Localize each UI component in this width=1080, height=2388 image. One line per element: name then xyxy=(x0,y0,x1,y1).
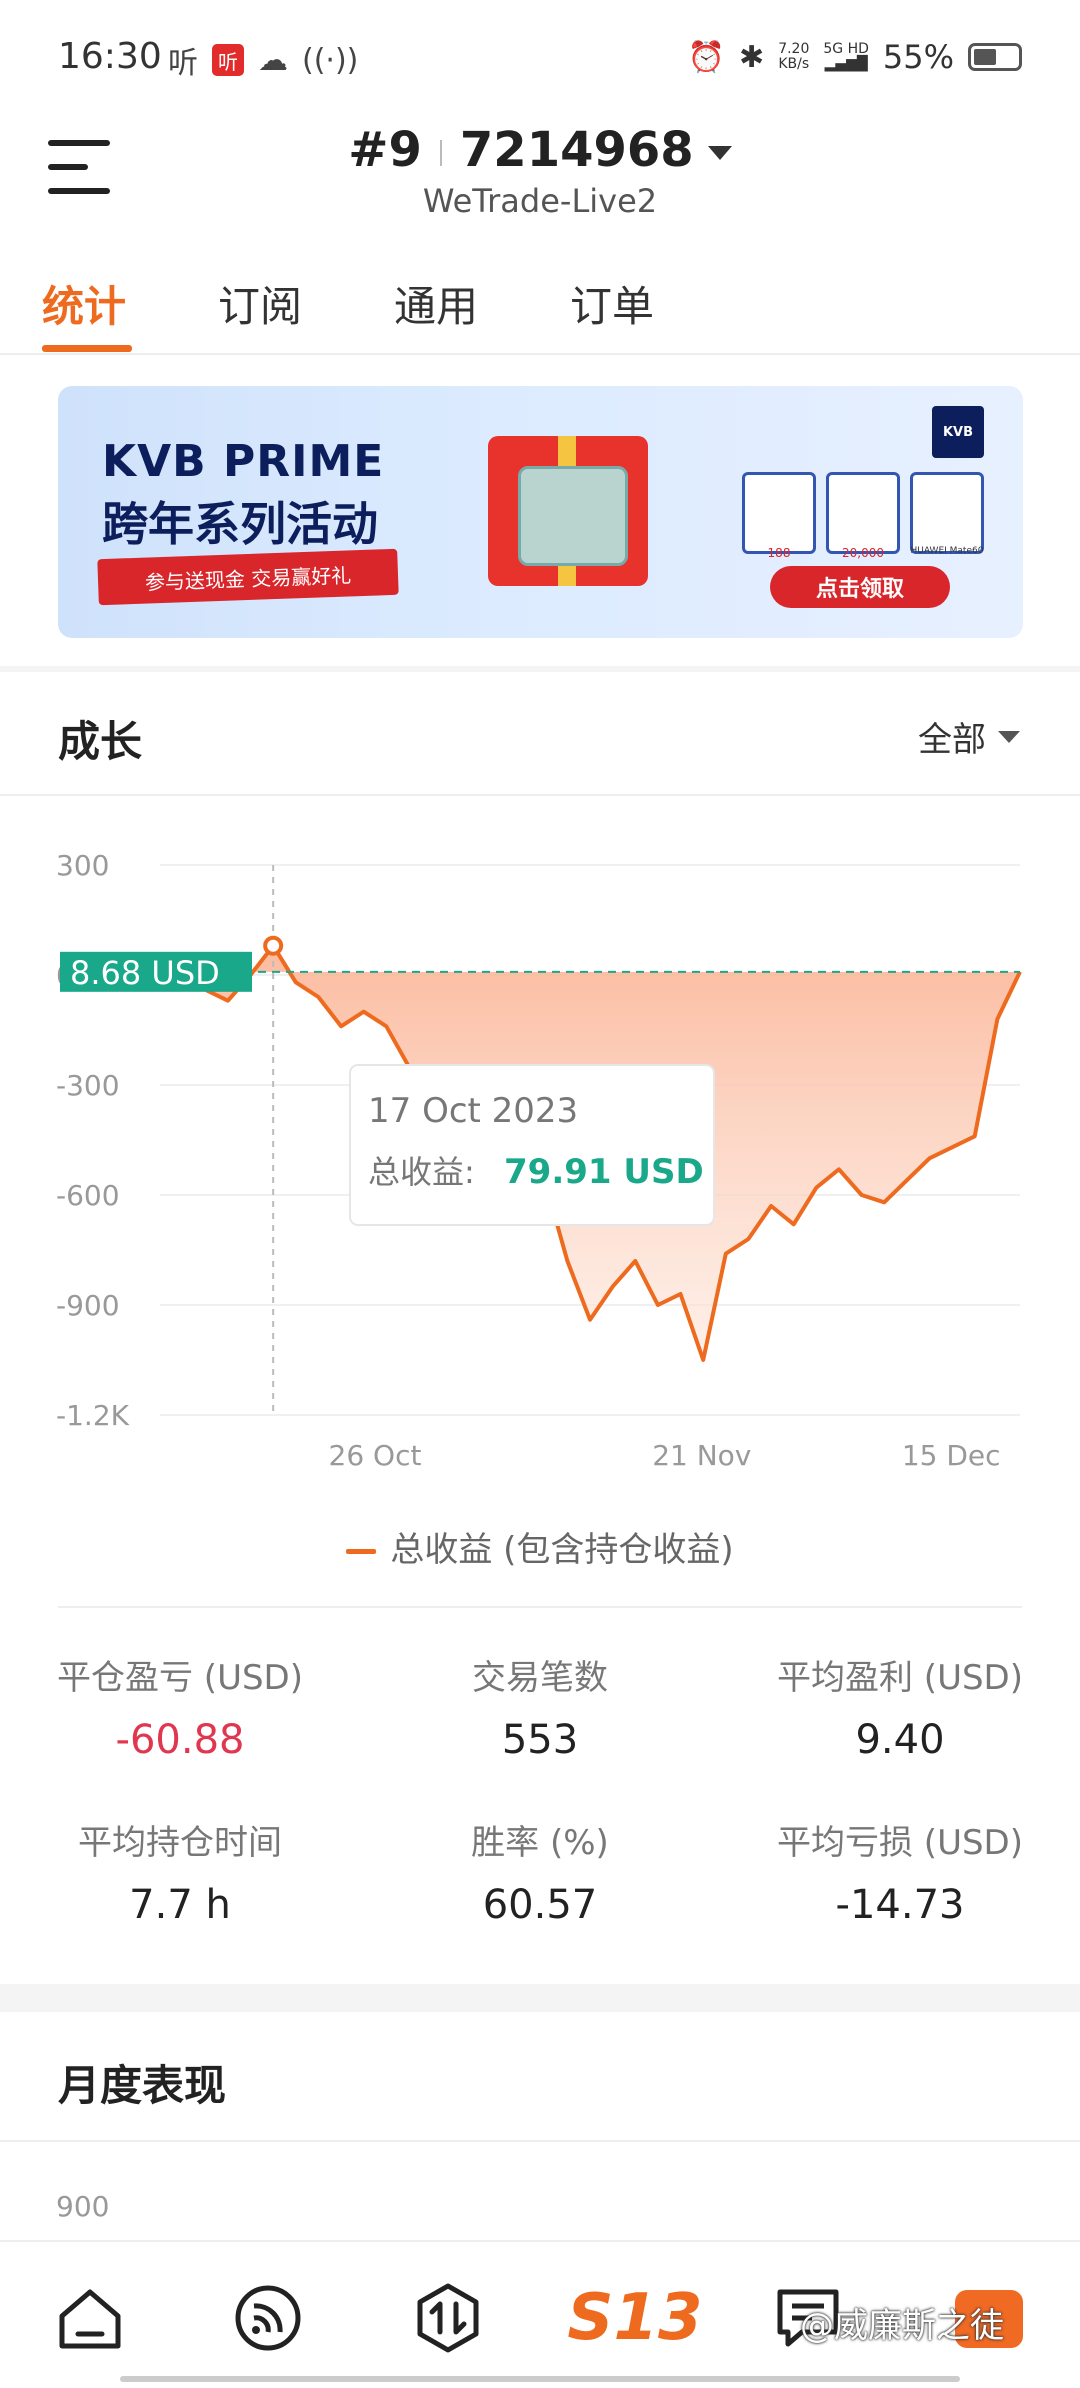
divider xyxy=(0,2140,1080,2142)
x-tick-label: 21 Nov xyxy=(652,1439,751,1472)
account-number: 7214968 xyxy=(459,122,694,178)
prize-label: 188 xyxy=(767,546,791,560)
current-value-text: 8.68 USD xyxy=(70,954,220,992)
x-tick-label: 15 Dec xyxy=(902,1439,1001,1472)
nav-feed[interactable] xyxy=(228,2278,308,2358)
y-tick-label: 300 xyxy=(56,849,109,882)
tooltip: 17 Oct 2023 总收益: 79.91 USD xyxy=(349,1064,715,1226)
account-prefix: #9 xyxy=(348,122,422,178)
tab-statistics[interactable]: 统计 xyxy=(42,273,126,334)
legend-swatch xyxy=(346,1549,377,1554)
divider xyxy=(0,794,1080,796)
hotspot-icon: ((·)) xyxy=(302,42,359,78)
battery-percent: 55% xyxy=(882,38,954,76)
prize-label: HUAWEI Mate60 xyxy=(910,546,984,556)
tab-subscribe[interactable]: 订阅 xyxy=(218,273,302,334)
prize-card-red-packet xyxy=(742,472,816,554)
stat-value: 60.57 xyxy=(482,1882,598,1928)
tooltip-value: 79.91 USD xyxy=(504,1152,704,1192)
status-system-icons: ⏰ ✱ 7.20 KB/s 5G HD ▂▄▆█ 55% xyxy=(688,38,1022,76)
nav-home[interactable] xyxy=(50,2278,130,2358)
alarm-icon: ⏰ xyxy=(687,39,726,75)
stat-label: 交易笔数 xyxy=(472,1658,608,1698)
stat-label: 平均盈利 (USD) xyxy=(777,1658,1023,1698)
stat-label: 平仓盈亏 (USD) xyxy=(57,1658,303,1698)
server-name: WeTrade-Live2 xyxy=(422,182,658,220)
prize-card-phone xyxy=(910,472,984,554)
signal-icon: 5G HD ▂▄▆█ xyxy=(823,41,869,72)
dropdown-icon xyxy=(707,146,732,160)
stat-win-rate: 胜率 (%) 60.57 xyxy=(360,1815,720,1928)
stat-trade-count: 交易笔数 553 xyxy=(360,1650,720,1763)
section-divider xyxy=(0,1984,1080,2012)
battery-icon xyxy=(968,43,1022,71)
phone-image xyxy=(518,466,628,566)
growth-title: 成长 xyxy=(58,717,143,766)
monthly-title: 月度表现 xyxy=(58,2061,227,2110)
tab-general[interactable]: 通用 xyxy=(394,273,478,334)
current-value-badge: 8.68 USD xyxy=(60,951,252,992)
tooltip-date: 17 Oct 2023 xyxy=(368,1091,578,1131)
kvb-logo: KVB xyxy=(932,406,984,458)
stat-label: 平均亏损 (USD) xyxy=(777,1823,1023,1863)
status-notification-icons: 听 听 ☁ ((·)) xyxy=(168,38,358,82)
y-tick-label: -300 xyxy=(56,1069,120,1102)
s13-logo: S13 xyxy=(567,2281,703,2355)
chevron-down-icon xyxy=(998,730,1020,743)
y-tick-label: -1.2K xyxy=(56,1399,130,1432)
prize-label: 20,000 xyxy=(842,546,884,560)
y-tick-label: -600 xyxy=(56,1179,120,1212)
stat-value: 7.7 h xyxy=(129,1882,231,1928)
watermark: @威廉斯之徒 xyxy=(800,2306,1004,2346)
gesture-bar xyxy=(120,2376,960,2382)
prize-card-cash xyxy=(826,472,900,554)
promo-banner[interactable]: KVB PRIME 跨年系列活动 参与送现金 交易赢好礼 188 20,000 … xyxy=(58,386,1023,638)
y-tick-label: -900 xyxy=(56,1289,120,1322)
listen-app-icon: 听 xyxy=(168,46,198,81)
signal-feed-icon xyxy=(235,2285,301,2351)
stat-value: -60.88 xyxy=(115,1717,245,1763)
stat-value: -14.73 xyxy=(835,1882,965,1928)
stat-label: 胜率 (%) xyxy=(471,1823,609,1863)
status-bar: 16:30 听 听 ☁ ((·)) ⏰ ✱ 7.20 KB/s 5G HD ▂▄… xyxy=(0,0,1080,110)
nav-s13[interactable]: S13 xyxy=(567,2278,702,2358)
stat-label: 平均持仓时间 xyxy=(78,1823,282,1863)
tab-bar: 统计 订阅 通用 订单 xyxy=(0,255,1080,355)
banner-ribbon: 参与送现金 交易赢好礼 xyxy=(97,548,399,606)
status-time: 16:30 xyxy=(58,36,162,77)
divider xyxy=(58,1606,1022,1608)
home-icon xyxy=(59,2289,121,2349)
news-app-icon: 听 xyxy=(212,44,244,76)
stat-avg-profit: 平均盈利 (USD) 9.40 xyxy=(720,1650,1080,1763)
app-header: #9 7214968 WeTrade-Live2 xyxy=(0,110,1080,240)
trade-icon xyxy=(417,2283,479,2353)
banner-subtitle: 跨年系列活动 xyxy=(102,497,378,551)
x-tick-label: 26 Oct xyxy=(329,1439,422,1472)
claim-button[interactable]: 点击领取 xyxy=(770,566,950,608)
growth-chart-svg: 3000-300-600-900-1.2K 26 Oct21 Nov15 Dec… xyxy=(56,849,1022,1472)
bluetooth-icon: ✱ xyxy=(739,39,765,75)
nav-trade[interactable] xyxy=(408,2278,488,2358)
chart-legend: 总收益 (包含持仓收益) xyxy=(0,1522,1080,1571)
active-tab-indicator xyxy=(42,345,132,352)
hover-point xyxy=(263,935,284,956)
tab-orders[interactable]: 订单 xyxy=(570,273,654,334)
legend-label: 总收益 (包含持仓收益) xyxy=(390,1530,734,1570)
stat-avg-holding-time: 平均持仓时间 7.7 h xyxy=(0,1815,360,1928)
stat-closed-pnl: 平仓盈亏 (USD) -60.88 xyxy=(0,1650,360,1763)
section-divider xyxy=(0,666,1080,672)
stat-value: 9.40 xyxy=(855,1717,945,1763)
stat-avg-loss: 平均亏损 (USD) -14.73 xyxy=(720,1815,1080,1928)
range-label: 全部 xyxy=(918,720,986,760)
cloud-app-icon: ☁ xyxy=(258,42,288,78)
range-dropdown[interactable]: 全部 xyxy=(918,712,1020,761)
monthly-y-tick: 900 xyxy=(56,2190,110,2223)
account-selector[interactable]: #9 7214968 xyxy=(0,122,1080,178)
stat-value: 553 xyxy=(501,1717,579,1763)
growth-chart[interactable]: 3000-300-600-900-1.2K 26 Oct21 Nov15 Dec… xyxy=(0,820,1080,1580)
banner-title: KVB PRIME xyxy=(102,436,385,487)
network-speed: 7.20 KB/s xyxy=(778,41,810,72)
tooltip-label: 总收益: xyxy=(368,1153,475,1191)
